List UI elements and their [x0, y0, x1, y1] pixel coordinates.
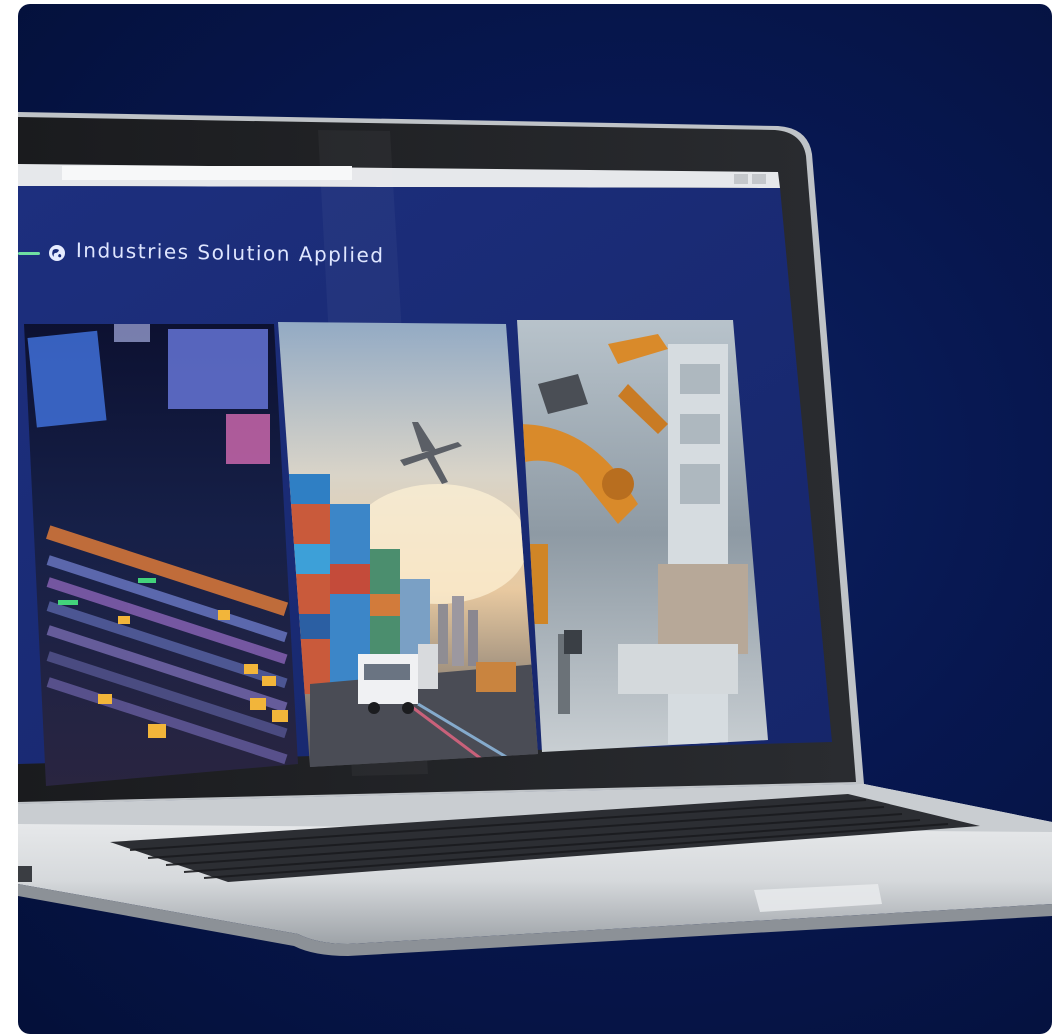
panel-robotic-manufacturing [517, 320, 768, 752]
panel-broadcast-control-room [24, 324, 298, 786]
address-field [62, 166, 352, 180]
panel-logistics-transport [278, 322, 538, 767]
globe-icon [49, 245, 65, 261]
browser-control-icon [752, 174, 766, 184]
usb-port [18, 866, 32, 882]
browser-control-icon [734, 174, 748, 184]
accent-line [18, 252, 40, 255]
image-frame: Industries Solution Applied [18, 4, 1052, 1034]
laptop-scene [18, 112, 1052, 956]
